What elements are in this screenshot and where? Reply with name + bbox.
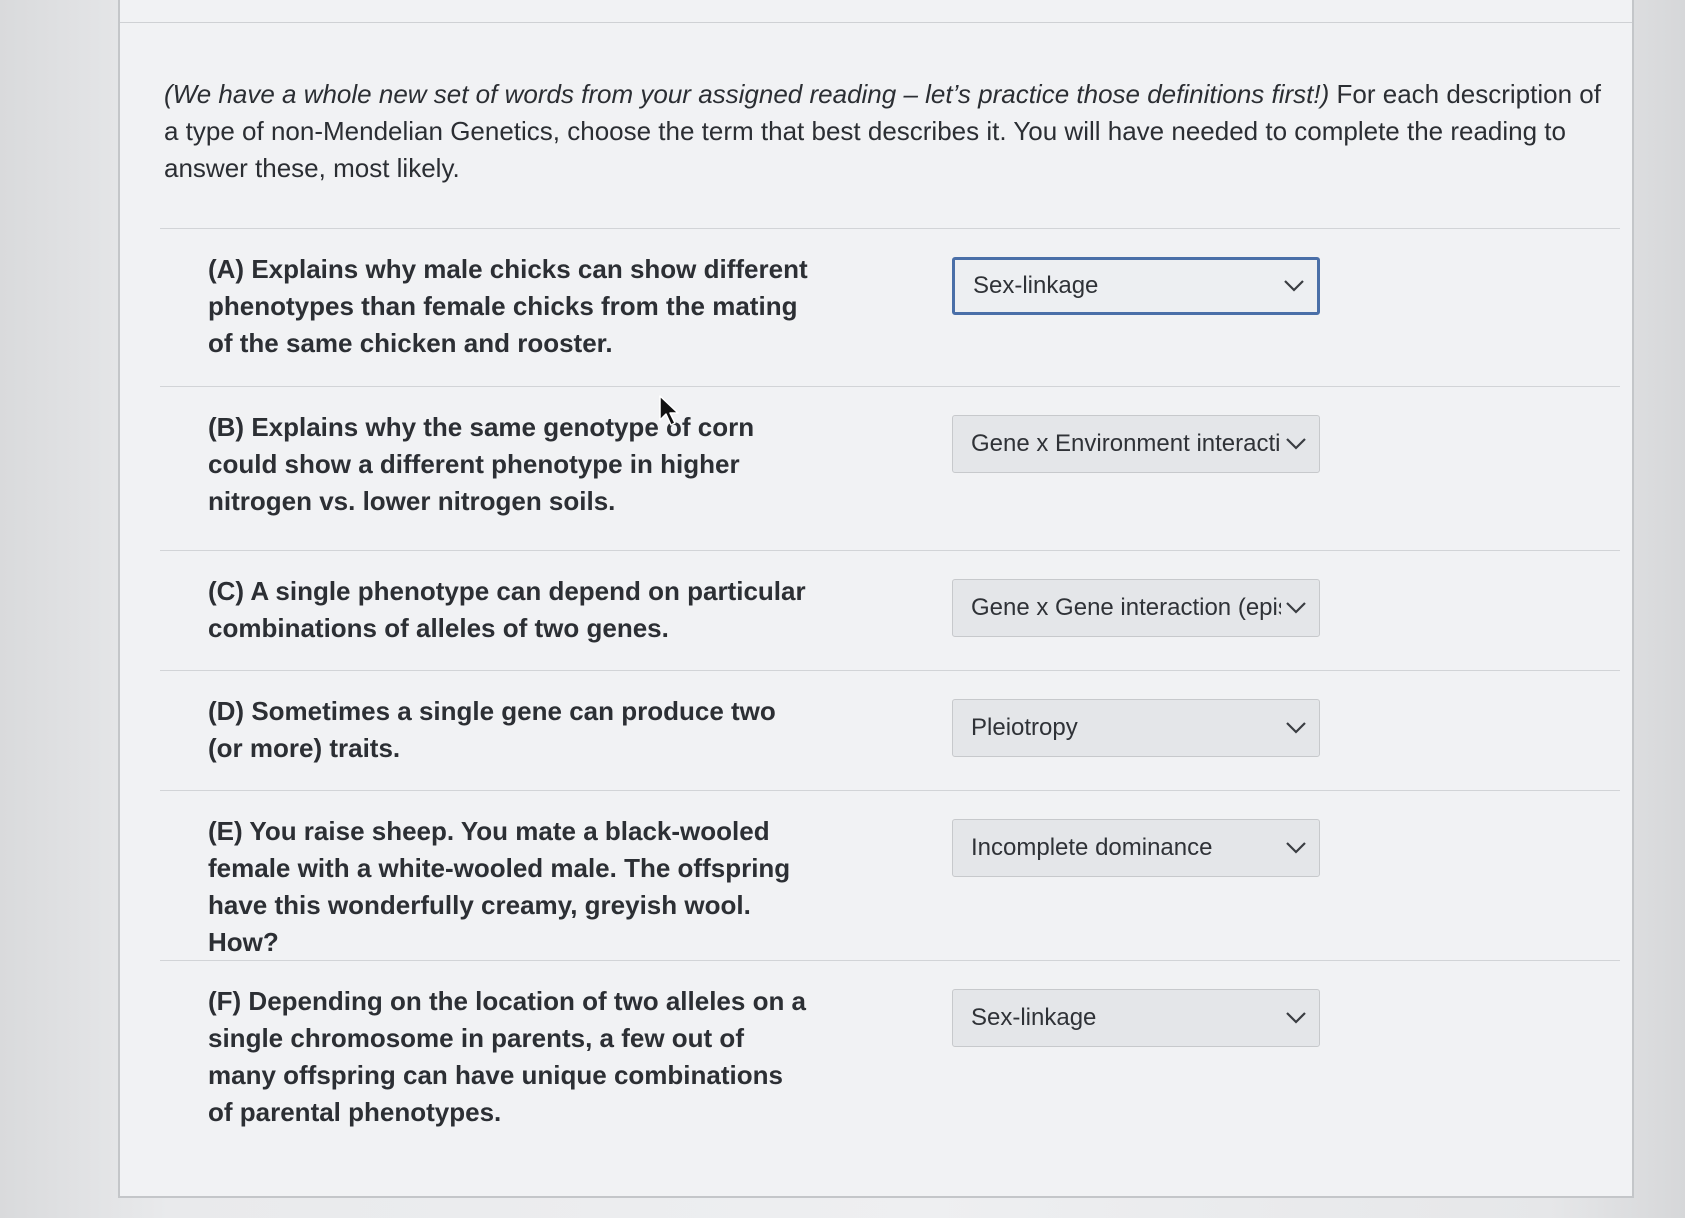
answer-select-e[interactable]: Incomplete dominance [952,819,1320,877]
matching-row-d: (D) Sometimes a single gene can produce … [160,670,1620,790]
selected-value: Gene x Gene interaction (epis [971,594,1281,621]
chevron-down-icon [1284,280,1304,292]
question-prompt: (We have a whole new set of words from y… [164,76,1604,187]
divider [120,22,1632,23]
description-a: (A) Explains why male chicks can show di… [208,254,808,358]
answer-select-a[interactable]: Sex-linkage [952,257,1320,315]
selected-value: Incomplete dominance [971,834,1213,861]
description-e: (E) You raise sheep. You mate a black-wo… [208,816,791,957]
matching-row-a: (A) Explains why male chicks can show di… [160,228,1620,386]
mouse-pointer-icon [659,395,679,426]
answer-select-d[interactable]: Pleiotropy [952,699,1320,757]
prompt-italic-text: (We have a whole new set of words from y… [164,79,1330,109]
question-card: (We have a whole new set of words from y… [118,0,1634,1198]
chevron-down-icon [1286,1012,1306,1024]
description-d: (D) Sometimes a single gene can produce … [208,696,776,763]
selected-value: Sex-linkage [971,1004,1097,1031]
description-c: (C) A single phenotype can depend on par… [208,576,806,643]
chevron-down-icon [1286,438,1306,450]
selected-value: Sex-linkage [973,272,1099,299]
matching-row-c: (C) A single phenotype can depend on par… [160,550,1620,670]
matching-row-b: (B) Explains why the same genotype of co… [160,386,1620,550]
matching-row-e: (E) You raise sheep. You mate a black-wo… [160,790,1620,960]
chevron-down-icon [1286,722,1306,734]
selected-value: Gene x Environment interacti [971,430,1281,457]
matching-row-f: (F) Depending on the location of two all… [160,960,1620,1160]
selected-value: Pleiotropy [971,714,1078,741]
answer-select-f[interactable]: Sex-linkage [952,989,1320,1047]
chevron-down-icon [1286,602,1306,614]
description-b: (B) Explains why the same genotype of co… [208,412,755,516]
screen: (We have a whole new set of words from y… [0,0,1685,1218]
answer-select-b[interactable]: Gene x Environment interacti [952,415,1320,473]
chevron-down-icon [1286,842,1306,854]
answer-select-c[interactable]: Gene x Gene interaction (epis [952,579,1320,637]
description-f: (F) Depending on the location of two all… [208,986,807,1127]
matching-list: (A) Explains why male chicks can show di… [160,228,1620,1160]
